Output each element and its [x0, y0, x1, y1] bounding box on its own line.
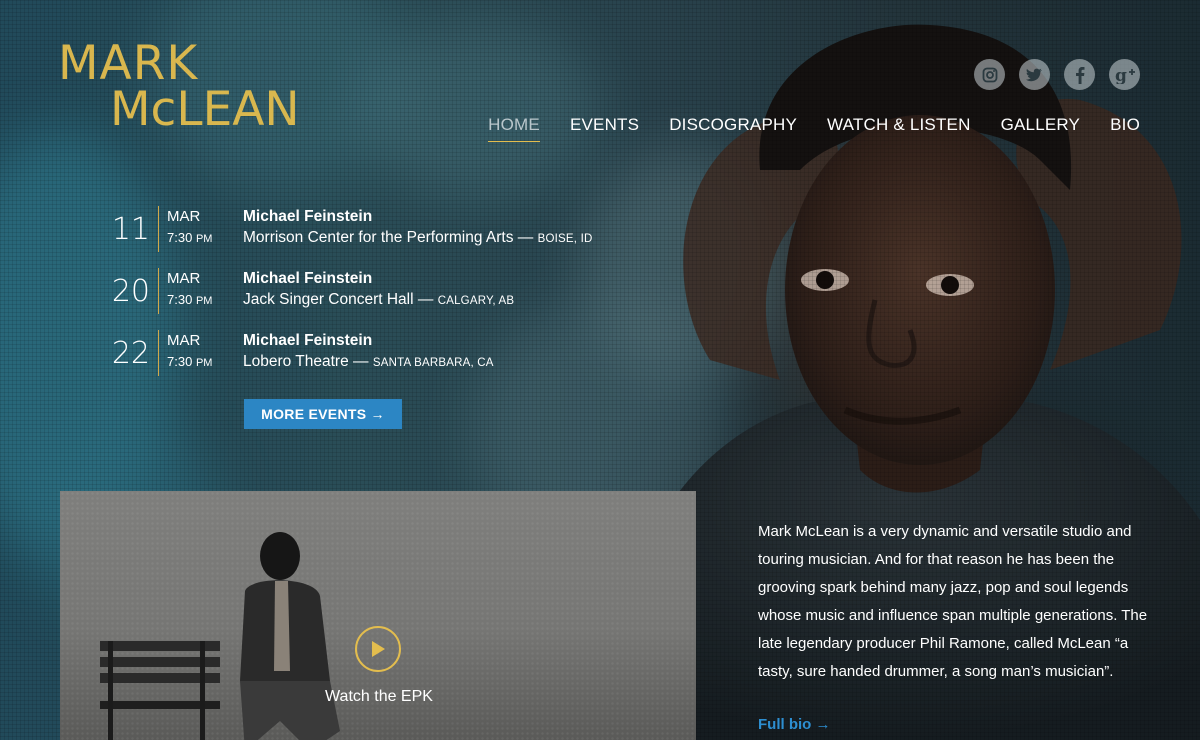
play-label[interactable]: Watch the EPK [324, 688, 434, 706]
nav-bio[interactable]: BIO [1110, 115, 1140, 142]
event-artist: Michael Feinstein [243, 270, 373, 287]
event-time: 7:30 PM [167, 292, 213, 307]
event-day: 22 [111, 336, 150, 371]
event-datetime: MAR 7:30 PM [167, 268, 243, 312]
event-location: Lobero Theatre — SANTA BARBARA, CA [243, 353, 494, 370]
event-city: CALGARY, AB [437, 295, 515, 307]
play-button[interactable] [355, 626, 401, 672]
site-logo[interactable]: MARK McLEAN [58, 40, 300, 133]
event-datetime: MAR 7:30 PM [167, 330, 243, 374]
bio-text: Mark McLean is a very dynamic and versat… [758, 523, 1148, 680]
svg-text:g: g [1115, 66, 1127, 84]
instagram-icon[interactable] [974, 59, 1005, 90]
main-nav: HOME EVENTS DISCOGRAPHY WATCH & LISTEN G… [488, 115, 1140, 142]
nav-discography[interactable]: DISCOGRAPHY [669, 115, 797, 142]
event-venue: Jack Singer Concert Hall [243, 291, 414, 308]
event-day: 11 [111, 212, 150, 247]
more-events-button[interactable]: MORE EVENTS → [244, 399, 402, 429]
event-city: BOISE, ID [537, 233, 593, 245]
event-datetime: MAR 7:30 PM [167, 206, 243, 250]
event-item[interactable]: 20 MAR 7:30 PM Michael Feinstein Jack Si… [100, 268, 592, 316]
full-bio-link[interactable]: Full bio → [758, 716, 831, 733]
event-location: Jack Singer Concert Hall — CALGARY, AB [243, 291, 515, 308]
event-divider [158, 268, 159, 314]
event-artist: Michael Feinstein [243, 332, 373, 349]
nav-watch-listen[interactable]: WATCH & LISTEN [827, 115, 971, 142]
social-links: g [974, 59, 1140, 90]
event-info: Michael Feinstein Lobero Theatre — SANTA… [243, 330, 494, 374]
logo-line-2: McLEAN [110, 82, 300, 137]
event-divider [158, 330, 159, 376]
event-venue: Morrison Center for the Performing Arts [243, 229, 514, 246]
event-city: SANTA BARBARA, CA [372, 357, 494, 369]
twitter-icon[interactable] [1019, 59, 1050, 90]
event-info: Michael Feinstein Morrison Center for th… [243, 206, 592, 250]
facebook-icon[interactable] [1064, 59, 1095, 90]
logo-line-1: MARK [58, 36, 199, 91]
nav-home[interactable]: HOME [488, 115, 540, 142]
event-venue: Lobero Theatre [243, 353, 349, 370]
event-month: MAR [167, 332, 201, 349]
nav-events[interactable]: EVENTS [570, 115, 639, 142]
event-artist: Michael Feinstein [243, 208, 373, 225]
event-month: MAR [167, 270, 201, 287]
event-time: 7:30 PM [167, 230, 213, 245]
play-icon [372, 641, 385, 657]
event-location: Morrison Center for the Performing Arts … [243, 229, 593, 246]
events-list: 11 MAR 7:30 PM Michael Feinstein Morriso… [100, 206, 592, 392]
event-time: 7:30 PM [167, 354, 213, 369]
epk-video-player[interactable]: Watch the EPK [60, 491, 696, 740]
epk-person-illustration [240, 532, 340, 740]
event-month: MAR [167, 208, 201, 225]
event-item[interactable]: 11 MAR 7:30 PM Michael Feinstein Morriso… [100, 206, 592, 254]
bench-illustration [100, 641, 220, 740]
event-day: 20 [111, 274, 150, 309]
nav-gallery[interactable]: GALLERY [1001, 115, 1081, 142]
google-plus-icon[interactable]: g [1109, 59, 1140, 90]
event-item[interactable]: 22 MAR 7:30 PM Michael Feinstein Lobero … [100, 330, 592, 378]
event-info: Michael Feinstein Jack Singer Concert Ha… [243, 268, 514, 312]
event-divider [158, 206, 159, 252]
